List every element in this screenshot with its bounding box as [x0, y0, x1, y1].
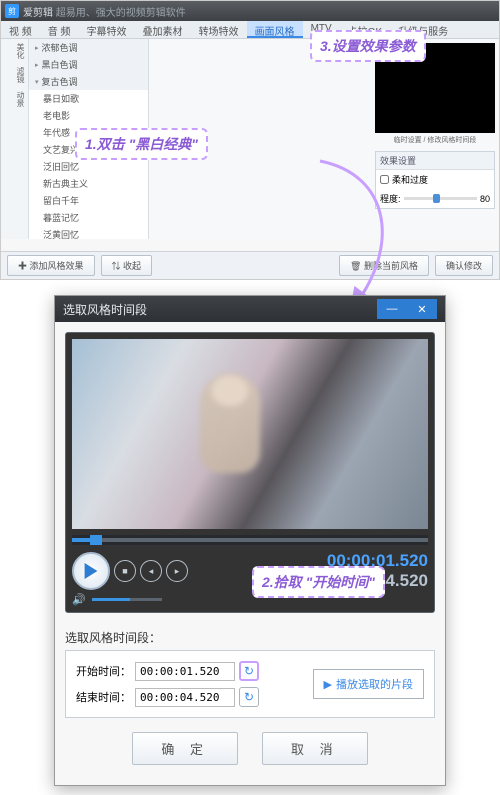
soft-label: 柔和过度	[392, 173, 428, 186]
effect-title: 效果设置	[376, 152, 494, 170]
add-style-button[interactable]: ✚ 添加风格效果	[7, 255, 95, 276]
dialog-body: ■ ◂ ▸ 00:00:01.520 00:00:04.520 🔊 选取风格时间…	[55, 322, 445, 785]
effect-opt-row: 柔和过度	[376, 170, 494, 189]
app-subtitle: 超易用、强大的视频剪辑软件	[56, 4, 186, 19]
pick-title: 选取风格时间段：	[65, 625, 435, 650]
minimize-icon[interactable]: —	[377, 299, 407, 319]
collapse-button[interactable]: ⇅ 收起	[101, 255, 153, 276]
confirm-button[interactable]: 确认修改	[435, 255, 493, 276]
progress-bar[interactable]	[72, 535, 428, 545]
start-time-input[interactable]	[135, 662, 235, 681]
soft-checkbox[interactable]	[380, 175, 389, 184]
style-item[interactable]: 老电影	[29, 107, 148, 124]
play-button[interactable]	[72, 552, 110, 590]
menu-overlay[interactable]: 叠加素材	[135, 21, 191, 38]
effect-degree-row: 程度: 80	[376, 189, 494, 208]
delete-style-button[interactable]: 🗑 删除当前风格	[339, 255, 429, 276]
volume-icon[interactable]: 🔊	[72, 593, 86, 606]
dialog-actions: 确 定 取 消	[65, 732, 435, 775]
category-head[interactable]: 黑白色调	[29, 56, 148, 73]
category-head[interactable]: 浓郁色调	[29, 39, 148, 56]
next-frame-button[interactable]: ▸	[166, 560, 188, 582]
degree-label: 程度:	[380, 192, 401, 205]
titlebar: 剪 爱剪辑 超易用、强大的视频剪辑软件	[1, 1, 499, 21]
menu-subtitle[interactable]: 字幕特效	[79, 21, 135, 38]
effect-panel: 效果设置 柔和过度 程度: 80	[375, 151, 495, 209]
cancel-button[interactable]: 取 消	[262, 732, 368, 765]
side-tab-scene[interactable]: 动景	[1, 87, 28, 111]
pick-start-icon[interactable]: ↻	[239, 661, 259, 681]
bottom-bar: ✚ 添加风格效果 ⇅ 收起 🗑 删除当前风格 确认修改	[1, 251, 499, 279]
style-item[interactable]: 留白千年	[29, 192, 148, 209]
annotation-2: 2.拾取 "开始时间"	[252, 566, 385, 598]
category-head[interactable]: 复古色调	[29, 73, 148, 90]
style-item[interactable]: 新古典主义	[29, 175, 148, 192]
volume-slider[interactable]	[92, 598, 162, 601]
prev-frame-button[interactable]: ◂	[140, 560, 162, 582]
menu-transition[interactable]: 转场特效	[191, 21, 247, 38]
annotation-3: 3.设置效果参数	[310, 30, 426, 62]
side-tabs: 美化 滤镜 动景	[1, 39, 29, 239]
video-preview	[72, 339, 428, 529]
pick-box: 开始时间： ↻ 结束时间： ↻ 播放选取的片段	[65, 650, 435, 718]
start-time-row: 开始时间： ↻	[76, 661, 259, 681]
side-tab-beautify[interactable]: 美化	[1, 39, 28, 63]
end-label: 结束时间：	[76, 689, 131, 705]
pick-end-icon[interactable]: ↻	[239, 687, 259, 707]
end-time-row: 结束时间： ↻	[76, 687, 259, 707]
menu-video[interactable]: 视 频	[1, 21, 40, 38]
degree-value: 80	[480, 194, 490, 204]
app-name: 爱剪辑	[23, 4, 53, 19]
preview-tabs[interactable]: 临时设置 / 修改风格时间段	[375, 135, 495, 145]
style-item[interactable]: 泛旧回忆	[29, 158, 148, 175]
annotation-1: 1.双击 "黑白经典"	[75, 128, 208, 160]
app-logo-icon: 剪	[5, 4, 19, 18]
dialog-title: 选取风格时间段	[63, 301, 147, 318]
start-label: 开始时间：	[76, 663, 131, 679]
menu-style[interactable]: 画面风格	[247, 21, 303, 38]
stop-button[interactable]: ■	[114, 560, 136, 582]
dialog-titlebar: 选取风格时间段 — ✕	[55, 296, 445, 322]
ok-button[interactable]: 确 定	[132, 732, 238, 765]
style-item[interactable]: 泛黄回忆	[29, 226, 148, 239]
style-item[interactable]: 暮蓝记忆	[29, 209, 148, 226]
menu-audio[interactable]: 音 频	[40, 21, 79, 38]
end-time-input[interactable]	[135, 688, 235, 707]
time-range-dialog: 选取风格时间段 — ✕ ■ ◂ ▸ 00:00:01.520 00:00:04.…	[54, 295, 446, 786]
style-item[interactable]: 暴日如歌	[29, 90, 148, 107]
pick-area: 选取风格时间段： 开始时间： ↻ 结束时间： ↻ 播放选取的片段	[65, 625, 435, 718]
side-tab-filter[interactable]: 滤镜	[1, 63, 28, 87]
degree-slider[interactable]	[404, 197, 477, 200]
close-icon[interactable]: ✕	[407, 299, 437, 319]
play-segment-button[interactable]: 播放选取的片段	[313, 669, 424, 699]
